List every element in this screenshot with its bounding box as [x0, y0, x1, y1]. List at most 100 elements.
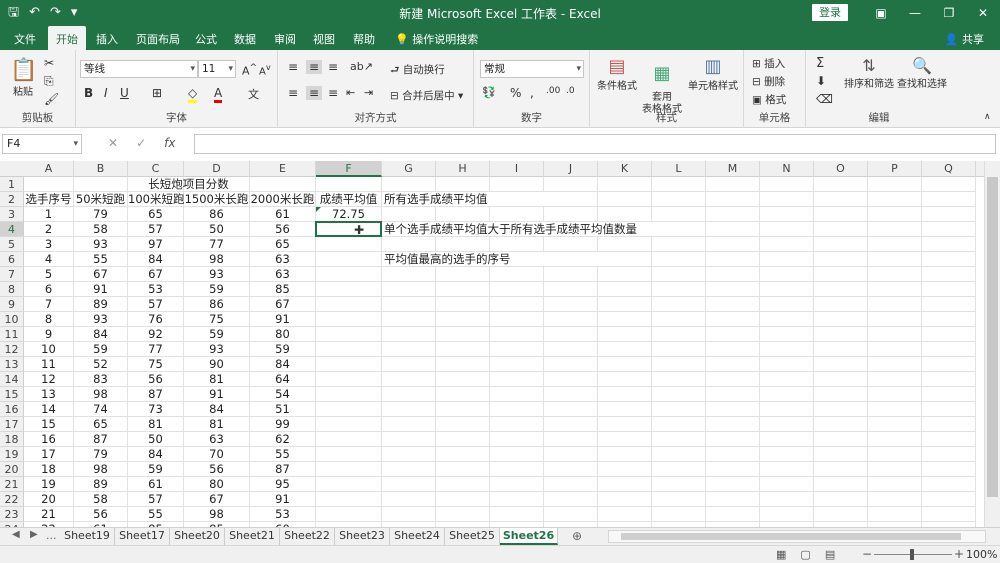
cell[interactable] — [316, 387, 382, 402]
cell[interactable] — [814, 282, 868, 297]
row-header[interactable]: 17 — [0, 417, 24, 432]
cell[interactable] — [250, 177, 316, 192]
column-header[interactable]: Q — [922, 161, 976, 177]
data-cell[interactable]: 50 — [184, 222, 250, 237]
data-cell[interactable]: 61 — [250, 207, 316, 222]
sheet-tab[interactable]: Sheet21 — [225, 528, 280, 545]
cell[interactable] — [490, 267, 544, 282]
cell[interactable] — [922, 222, 976, 237]
cell[interactable] — [490, 177, 544, 192]
header-cell[interactable]: 选手序号 — [24, 192, 74, 207]
column-header[interactable]: M — [706, 161, 760, 177]
cell[interactable] — [706, 387, 760, 402]
data-cell[interactable]: 3 — [24, 237, 74, 252]
cell[interactable] — [814, 267, 868, 282]
cell[interactable] — [868, 462, 922, 477]
delete-cells-button[interactable]: ⊟ 删除 — [752, 74, 785, 89]
cell[interactable] — [706, 477, 760, 492]
cell[interactable] — [868, 282, 922, 297]
sheet-tab[interactable]: Sheet26 — [500, 528, 558, 545]
data-cell[interactable]: 75 — [128, 357, 184, 372]
zoom-slider-thumb[interactable] — [910, 549, 914, 560]
header-cell[interactable]: 50米短跑 — [74, 192, 128, 207]
cell[interactable] — [490, 372, 544, 387]
cell[interactable] — [814, 237, 868, 252]
data-cell[interactable]: 91 — [250, 492, 316, 507]
cell[interactable] — [652, 207, 706, 222]
cell[interactable] — [490, 477, 544, 492]
data-cell[interactable]: 55 — [250, 447, 316, 462]
average-value-cell[interactable]: 72.75 — [316, 207, 382, 222]
vertical-scroll-thumb[interactable] — [987, 177, 998, 497]
data-cell[interactable]: 57 — [128, 222, 184, 237]
cell[interactable] — [868, 417, 922, 432]
cell[interactable] — [316, 432, 382, 447]
fill-color-icon[interactable]: ◇ — [188, 86, 198, 103]
cell[interactable] — [544, 387, 598, 402]
data-cell[interactable]: 91 — [74, 282, 128, 297]
row-header[interactable]: 12 — [0, 342, 24, 357]
cell[interactable] — [868, 357, 922, 372]
cell[interactable] — [436, 237, 490, 252]
header-cell[interactable]: 100米短跑 — [128, 192, 184, 207]
cell[interactable] — [652, 312, 706, 327]
cell[interactable] — [760, 177, 814, 192]
data-cell[interactable]: 92 — [128, 327, 184, 342]
cell[interactable] — [316, 327, 382, 342]
cell[interactable] — [868, 297, 922, 312]
cell[interactable] — [598, 237, 652, 252]
cell[interactable] — [760, 327, 814, 342]
data-cell[interactable]: 77 — [128, 342, 184, 357]
cell[interactable] — [382, 342, 436, 357]
data-cell[interactable]: 17 — [24, 447, 74, 462]
cell[interactable] — [316, 372, 382, 387]
cell[interactable] — [652, 507, 706, 522]
sheet-tab[interactable]: Sheet22 — [280, 528, 335, 545]
cell[interactable] — [598, 357, 652, 372]
cell[interactable] — [760, 312, 814, 327]
data-cell[interactable]: 67 — [128, 267, 184, 282]
cell[interactable] — [706, 177, 760, 192]
cell[interactable] — [868, 342, 922, 357]
header-cell[interactable]: 所有选手成绩平均值 — [382, 192, 582, 207]
phonetic-icon[interactable]: 文 — [248, 86, 259, 102]
cell[interactable] — [490, 282, 544, 297]
data-cell[interactable]: 55 — [74, 252, 128, 267]
cell[interactable] — [760, 222, 814, 237]
cell[interactable] — [922, 192, 976, 207]
login-button[interactable]: 登录 — [812, 4, 848, 21]
cell[interactable] — [814, 432, 868, 447]
insert-cells-button[interactable]: ⊞ 插入 — [752, 56, 785, 71]
zoom-out-icon[interactable]: − — [862, 547, 872, 561]
vertical-scrollbar[interactable] — [984, 161, 1000, 527]
cell[interactable] — [316, 447, 382, 462]
row-header[interactable]: 21 — [0, 477, 24, 492]
data-cell[interactable]: 56 — [128, 372, 184, 387]
cell[interactable] — [706, 207, 760, 222]
italic-icon[interactable]: I — [104, 86, 108, 100]
cell[interactable] — [652, 192, 706, 207]
cell[interactable] — [706, 357, 760, 372]
fill-icon[interactable]: ⬇ — [816, 74, 826, 88]
cell[interactable] — [814, 507, 868, 522]
cell[interactable] — [868, 387, 922, 402]
cell[interactable] — [544, 327, 598, 342]
data-cell[interactable]: 87 — [128, 387, 184, 402]
column-header[interactable]: N — [760, 161, 814, 177]
cell[interactable] — [868, 477, 922, 492]
cell[interactable] — [436, 492, 490, 507]
cell[interactable] — [24, 177, 74, 192]
cell[interactable] — [598, 387, 652, 402]
cell[interactable] — [436, 387, 490, 402]
cell[interactable] — [436, 372, 490, 387]
data-cell[interactable]: 58 — [74, 222, 128, 237]
cell[interactable] — [706, 372, 760, 387]
data-cell[interactable]: 73 — [128, 402, 184, 417]
cell[interactable] — [490, 507, 544, 522]
data-cell[interactable]: 9 — [24, 327, 74, 342]
tab-file[interactable]: 文件 — [14, 31, 36, 47]
cell[interactable] — [760, 237, 814, 252]
row-header[interactable]: 8 — [0, 282, 24, 297]
data-cell[interactable]: 53 — [128, 282, 184, 297]
cell[interactable] — [652, 327, 706, 342]
